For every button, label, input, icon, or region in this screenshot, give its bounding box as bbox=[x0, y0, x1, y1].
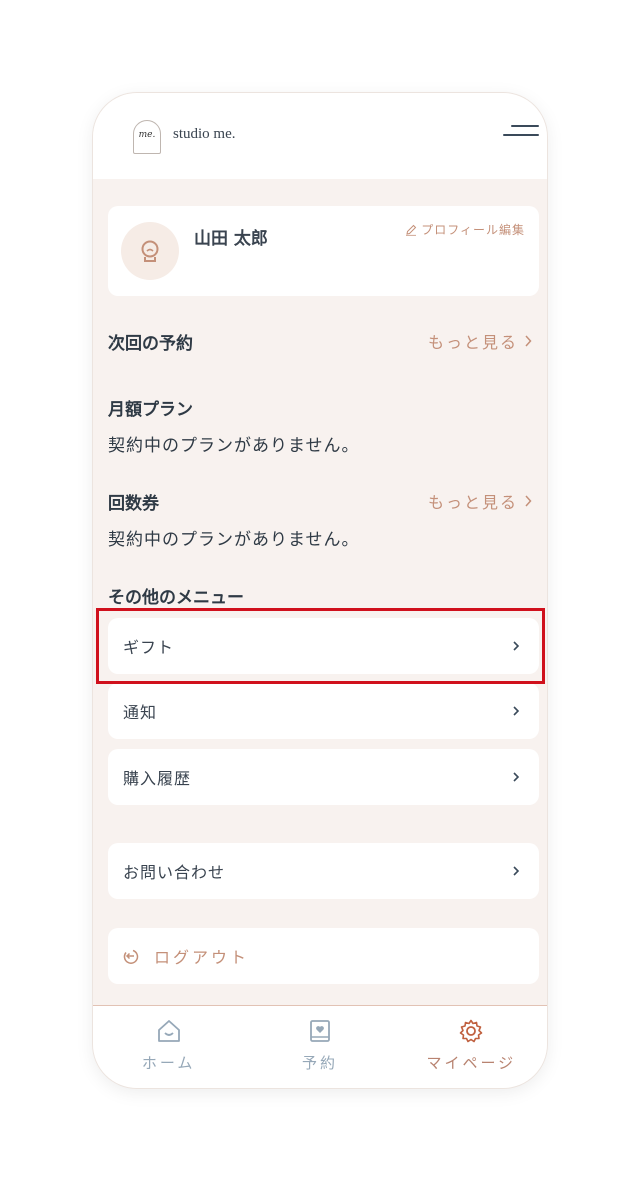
menu-item-label: 購入履歴 bbox=[123, 769, 192, 788]
chevron-right-icon bbox=[513, 772, 520, 782]
pencil-icon bbox=[406, 224, 417, 236]
more-label: もっと見る bbox=[427, 493, 518, 512]
next-reservation-more-link[interactable]: もっと見る bbox=[428, 329, 532, 353]
logout-label: ログアウト bbox=[154, 948, 250, 967]
logout-icon bbox=[123, 949, 139, 964]
avatar bbox=[121, 222, 179, 280]
profile-card: 山田 太郎 プロフィール編集 bbox=[108, 206, 539, 296]
edit-profile-label: プロフィール編集 bbox=[421, 223, 525, 237]
chevron-right-icon bbox=[525, 495, 532, 507]
chevron-right-icon bbox=[513, 866, 520, 876]
edit-profile-link[interactable]: プロフィール編集 bbox=[405, 221, 525, 238]
monthly-plan-status: 契約中のプランがありません。 bbox=[108, 436, 360, 456]
calendar-heart-icon bbox=[310, 1020, 330, 1042]
menu-item-contact[interactable]: お問い合わせ bbox=[108, 843, 539, 899]
tab-home[interactable]: ホーム bbox=[93, 1006, 244, 1088]
bottom-tab-bar: ホーム 予約 マイページ bbox=[93, 1005, 547, 1088]
tickets-title: 回数券 bbox=[108, 494, 159, 514]
phone-frame: me. studio me. 山田 太郎 プロフィール編集 次回の予約 もっと見… bbox=[93, 93, 547, 1088]
home-icon bbox=[157, 1020, 180, 1042]
tickets-more-link[interactable]: もっと見る bbox=[428, 489, 532, 513]
menu-item-label: 通知 bbox=[123, 703, 158, 722]
tab-label: マイページ bbox=[426, 1054, 517, 1072]
menu-item-label: お問い合わせ bbox=[123, 863, 226, 882]
gear-icon bbox=[460, 1019, 483, 1043]
user-name: 山田 太郎 bbox=[194, 229, 268, 249]
next-reservation-title: 次回の予約 bbox=[108, 334, 193, 354]
menu-item-gift[interactable]: ギフト bbox=[108, 618, 539, 674]
user-avatar-icon bbox=[141, 240, 159, 262]
monthly-plan-title: 月額プラン bbox=[108, 400, 193, 420]
logout-button[interactable]: ログアウト bbox=[108, 928, 539, 984]
menu-item-notifications[interactable]: 通知 bbox=[108, 683, 539, 739]
tab-mypage[interactable]: マイページ bbox=[396, 1006, 547, 1088]
logo-mark: me. bbox=[133, 120, 161, 154]
chevron-right-icon bbox=[525, 335, 532, 347]
app-header: me. studio me. bbox=[93, 93, 547, 179]
menu-item-purchase-history[interactable]: 購入履歴 bbox=[108, 749, 539, 805]
tab-label: 予約 bbox=[301, 1054, 338, 1072]
chevron-right-icon bbox=[513, 641, 520, 651]
more-label: もっと見る bbox=[427, 333, 518, 352]
tab-label: ホーム bbox=[141, 1054, 196, 1072]
other-menu-title: その他のメニュー bbox=[108, 588, 244, 608]
chevron-right-icon bbox=[513, 706, 520, 716]
tab-reservation[interactable]: 予約 bbox=[244, 1006, 395, 1088]
brand-name: studio me. bbox=[173, 126, 236, 142]
menu-item-label: ギフト bbox=[123, 638, 175, 657]
tickets-status: 契約中のプランがありません。 bbox=[108, 530, 360, 550]
hamburger-menu-icon[interactable] bbox=[503, 125, 539, 139]
